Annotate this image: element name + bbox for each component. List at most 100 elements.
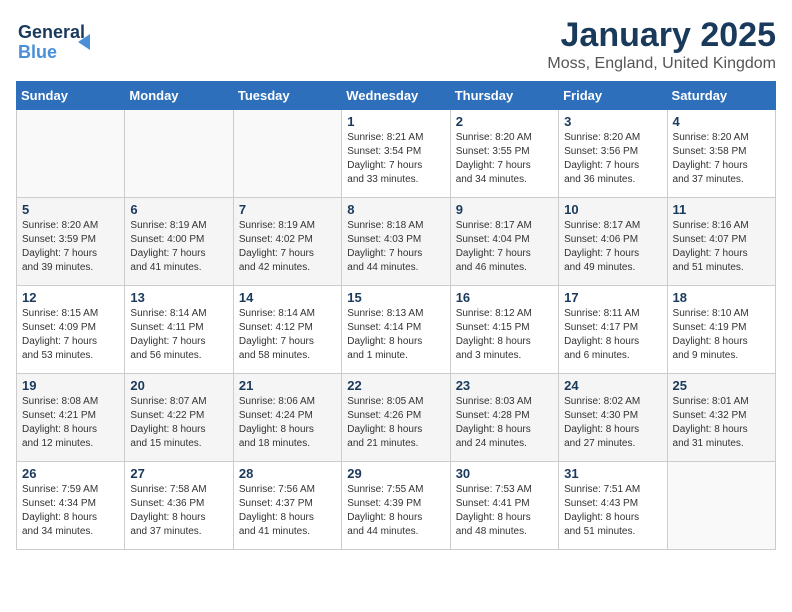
day-number: 12 — [22, 290, 119, 305]
day-info: Sunrise: 8:06 AM Sunset: 4:24 PM Dayligh… — [239, 395, 336, 451]
calendar-cell-2-3: 15 Sunrise: 8:13 AM Sunset: 4:14 PM Dayli… — [342, 286, 450, 374]
day-info: Sunrise: 8:18 AM Sunset: 4:03 PM Dayligh… — [347, 219, 444, 275]
calendar-cell-4-4: 30 Sunrise: 7:53 AM Sunset: 4:41 PM Dayli… — [450, 462, 558, 550]
calendar-cell-2-1: 13 Sunrise: 8:14 AM Sunset: 4:11 PM Dayli… — [125, 286, 233, 374]
day-number: 13 — [130, 290, 227, 305]
day-info: Sunrise: 8:08 AM Sunset: 4:21 PM Dayligh… — [22, 395, 119, 451]
weekday-tuesday: Tuesday — [233, 82, 341, 110]
day-info: Sunrise: 8:14 AM Sunset: 4:11 PM Dayligh… — [130, 307, 227, 363]
weekday-sunday: Sunday — [17, 82, 125, 110]
day-number: 18 — [673, 290, 770, 305]
calendar-cell-4-2: 28Sunrise: 7:56 AM Sunset: 4:37 PM Dayli… — [233, 462, 341, 550]
day-number: 22 — [347, 378, 444, 393]
day-info: Sunrise: 8:05 AM Sunset: 4:26 PM Dayligh… — [347, 395, 444, 451]
calendar-cell-1-0: 5 Sunrise: 8:20 AM Sunset: 3:59 PM Daylig… — [17, 198, 125, 286]
day-info: Sunrise: 8:07 AM Sunset: 4:22 PM Dayligh… — [130, 395, 227, 451]
day-number: 10 — [564, 202, 661, 217]
calendar-cell-0-1 — [125, 110, 233, 198]
day-info: Sunrise: 7:59 AM Sunset: 4:34 PM Dayligh… — [22, 483, 119, 539]
week-row-5: 26 Sunrise: 7:59 AM Sunset: 4:34 PM Dayli… — [17, 462, 776, 550]
calendar-cell-3-5: 24Sunrise: 8:02 AM Sunset: 4:30 PM Dayli… — [559, 374, 667, 462]
day-info: Sunrise: 8:21 AM Sunset: 3:54 PM Dayligh… — [347, 131, 444, 187]
day-number: 30 — [456, 466, 553, 481]
svg-text:Blue: Blue — [18, 42, 57, 62]
calendar-cell-0-4: 2 Sunrise: 8:20 AM Sunset: 3:55 PM Daylig… — [450, 110, 558, 198]
day-number: 23 — [456, 378, 553, 393]
calendar-cell-3-0: 19 Sunrise: 8:08 AM Sunset: 4:21 PM Dayli… — [17, 374, 125, 462]
week-row-2: 5 Sunrise: 8:20 AM Sunset: 3:59 PM Daylig… — [17, 198, 776, 286]
day-number: 20 — [130, 378, 227, 393]
day-number: 1 — [347, 114, 444, 129]
day-number: 29 — [347, 466, 444, 481]
calendar-cell-3-2: 21 Sunrise: 8:06 AM Sunset: 4:24 PM Dayli… — [233, 374, 341, 462]
calendar-cell-4-5: 31Sunrise: 7:51 AM Sunset: 4:43 PM Dayli… — [559, 462, 667, 550]
day-number: 8 — [347, 202, 444, 217]
calendar-cell-1-5: 10 Sunrise: 8:17 AM Sunset: 4:06 PM Dayli… — [559, 198, 667, 286]
day-number: 3 — [564, 114, 661, 129]
day-info: Sunrise: 8:10 AM Sunset: 4:19 PM Dayligh… — [673, 307, 770, 363]
weekday-wednesday: Wednesday — [342, 82, 450, 110]
day-info: Sunrise: 8:12 AM Sunset: 4:15 PM Dayligh… — [456, 307, 553, 363]
day-info: Sunrise: 8:14 AM Sunset: 4:12 PM Dayligh… — [239, 307, 336, 363]
day-number: 9 — [456, 202, 553, 217]
calendar-cell-0-3: 1 Sunrise: 8:21 AM Sunset: 3:54 PM Daylig… — [342, 110, 450, 198]
week-row-1: 1 Sunrise: 8:21 AM Sunset: 3:54 PM Daylig… — [17, 110, 776, 198]
header: GeneralBlue January 2025 Moss, England, … — [16, 16, 776, 73]
day-number: 28 — [239, 466, 336, 481]
weekday-saturday: Saturday — [667, 82, 775, 110]
day-number: 2 — [456, 114, 553, 129]
day-info: Sunrise: 8:15 AM Sunset: 4:09 PM Dayligh… — [22, 307, 119, 363]
calendar-table: SundayMondayTuesdayWednesdayThursdayFrid… — [16, 81, 776, 550]
calendar-cell-2-2: 14 Sunrise: 8:14 AM Sunset: 4:12 PM Dayli… — [233, 286, 341, 374]
day-info: Sunrise: 8:17 AM Sunset: 4:04 PM Dayligh… — [456, 219, 553, 275]
calendar-subtitle: Moss, England, United Kingdom — [547, 55, 776, 73]
day-number: 14 — [239, 290, 336, 305]
weekday-monday: Monday — [125, 82, 233, 110]
calendar-cell-1-2: 7Sunrise: 8:19 AM Sunset: 4:02 PM Daylig… — [233, 198, 341, 286]
day-number: 5 — [22, 202, 119, 217]
day-info: Sunrise: 8:19 AM Sunset: 4:02 PM Dayligh… — [239, 219, 336, 275]
day-number: 15 — [347, 290, 444, 305]
day-info: Sunrise: 8:03 AM Sunset: 4:28 PM Dayligh… — [456, 395, 553, 451]
day-number: 11 — [673, 202, 770, 217]
day-number: 21 — [239, 378, 336, 393]
calendar-cell-1-6: 11 Sunrise: 8:16 AM Sunset: 4:07 PM Dayli… — [667, 198, 775, 286]
calendar-cell-1-3: 8 Sunrise: 8:18 AM Sunset: 4:03 PM Daylig… — [342, 198, 450, 286]
weekday-friday: Friday — [559, 82, 667, 110]
day-info: Sunrise: 7:55 AM Sunset: 4:39 PM Dayligh… — [347, 483, 444, 539]
day-info: Sunrise: 8:11 AM Sunset: 4:17 PM Dayligh… — [564, 307, 661, 363]
week-row-4: 19 Sunrise: 8:08 AM Sunset: 4:21 PM Dayli… — [17, 374, 776, 462]
day-info: Sunrise: 8:19 AM Sunset: 4:00 PM Dayligh… — [130, 219, 227, 275]
day-info: Sunrise: 7:53 AM Sunset: 4:41 PM Dayligh… — [456, 483, 553, 539]
day-info: Sunrise: 8:20 AM Sunset: 3:55 PM Dayligh… — [456, 131, 553, 187]
day-info: Sunrise: 8:02 AM Sunset: 4:30 PM Dayligh… — [564, 395, 661, 451]
calendar-cell-4-6 — [667, 462, 775, 550]
calendar-cell-4-1: 27 Sunrise: 7:58 AM Sunset: 4:36 PM Dayli… — [125, 462, 233, 550]
logo-text-block: GeneralBlue — [16, 16, 96, 66]
calendar-title: January 2025 — [547, 16, 776, 55]
day-number: 19 — [22, 378, 119, 393]
calendar-cell-2-4: 16 Sunrise: 8:12 AM Sunset: 4:15 PM Dayli… — [450, 286, 558, 374]
day-info: Sunrise: 8:20 AM Sunset: 3:56 PM Dayligh… — [564, 131, 661, 187]
calendar-cell-1-1: 6Sunrise: 8:19 AM Sunset: 4:00 PM Daylig… — [125, 198, 233, 286]
day-info: Sunrise: 8:20 AM Sunset: 3:58 PM Dayligh… — [673, 131, 770, 187]
title-section: January 2025 Moss, England, United Kingd… — [547, 16, 776, 73]
day-number: 26 — [22, 466, 119, 481]
day-number: 16 — [456, 290, 553, 305]
calendar-cell-0-6: 4 Sunrise: 8:20 AM Sunset: 3:58 PM Daylig… — [667, 110, 775, 198]
day-info: Sunrise: 8:20 AM Sunset: 3:59 PM Dayligh… — [22, 219, 119, 275]
calendar-cell-2-6: 18 Sunrise: 8:10 AM Sunset: 4:19 PM Dayli… — [667, 286, 775, 374]
calendar-cell-4-3: 29 Sunrise: 7:55 AM Sunset: 4:39 PM Dayli… — [342, 462, 450, 550]
weekday-thursday: Thursday — [450, 82, 558, 110]
day-info: Sunrise: 8:13 AM Sunset: 4:14 PM Dayligh… — [347, 307, 444, 363]
day-info: Sunrise: 8:01 AM Sunset: 4:32 PM Dayligh… — [673, 395, 770, 451]
day-info: Sunrise: 7:58 AM Sunset: 4:36 PM Dayligh… — [130, 483, 227, 539]
calendar-cell-3-1: 20 Sunrise: 8:07 AM Sunset: 4:22 PM Dayli… — [125, 374, 233, 462]
day-number: 4 — [673, 114, 770, 129]
day-info: Sunrise: 8:17 AM Sunset: 4:06 PM Dayligh… — [564, 219, 661, 275]
day-number: 27 — [130, 466, 227, 481]
day-info: Sunrise: 8:16 AM Sunset: 4:07 PM Dayligh… — [673, 219, 770, 275]
day-info: Sunrise: 7:51 AM Sunset: 4:43 PM Dayligh… — [564, 483, 661, 539]
day-number: 17 — [564, 290, 661, 305]
calendar-cell-3-4: 23 Sunrise: 8:03 AM Sunset: 4:28 PM Dayli… — [450, 374, 558, 462]
